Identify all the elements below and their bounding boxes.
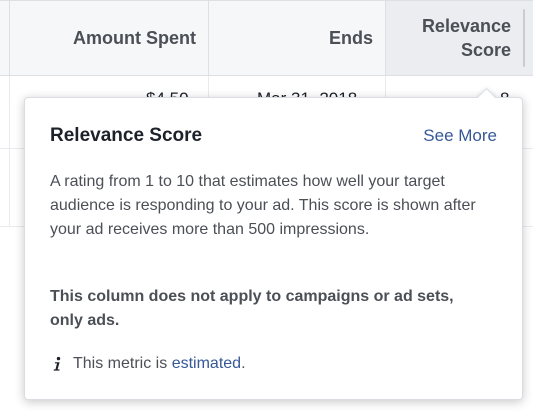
tooltip-arrow bbox=[476, 86, 496, 98]
footer-prefix-text: This metric is bbox=[73, 355, 168, 372]
column-header-amount-spent[interactable]: Amount Spent bbox=[10, 1, 208, 75]
relevance-score-tooltip: Relevance Score See More A rating from 1… bbox=[24, 97, 523, 400]
column-header-label: Relevance Score bbox=[422, 14, 511, 62]
footer-suffix-text: . bbox=[241, 355, 246, 372]
column-header-ends[interactable]: Ends bbox=[209, 1, 385, 75]
see-more-link[interactable]: See More bbox=[423, 126, 497, 146]
column-resize-handle[interactable] bbox=[521, 1, 527, 75]
column-header-label-line2: Score bbox=[460, 40, 511, 60]
table-header: Amount Spent Ends Relevance Score bbox=[0, 0, 533, 76]
column-header-relevance-score[interactable]: Relevance Score bbox=[386, 1, 533, 75]
tooltip-title: Relevance Score bbox=[50, 125, 203, 146]
column-header-label: Ends bbox=[328, 27, 373, 48]
column-header-label-line1: Relevance bbox=[421, 16, 511, 36]
estimated-link[interactable]: estimated bbox=[172, 355, 241, 373]
column-header-label: Amount Spent bbox=[73, 27, 196, 48]
info-icon bbox=[50, 355, 64, 373]
tooltip-note: This column does not apply to campaigns … bbox=[50, 288, 454, 329]
tooltip-footer: This metric is estimated. bbox=[50, 355, 246, 373]
ads-manager-table-view: Amount Spent Ends Relevance Score $4.50 … bbox=[0, 0, 533, 420]
tooltip-description: A rating from 1 to 10 that estimates how… bbox=[50, 173, 476, 238]
column-divider bbox=[9, 76, 10, 226]
